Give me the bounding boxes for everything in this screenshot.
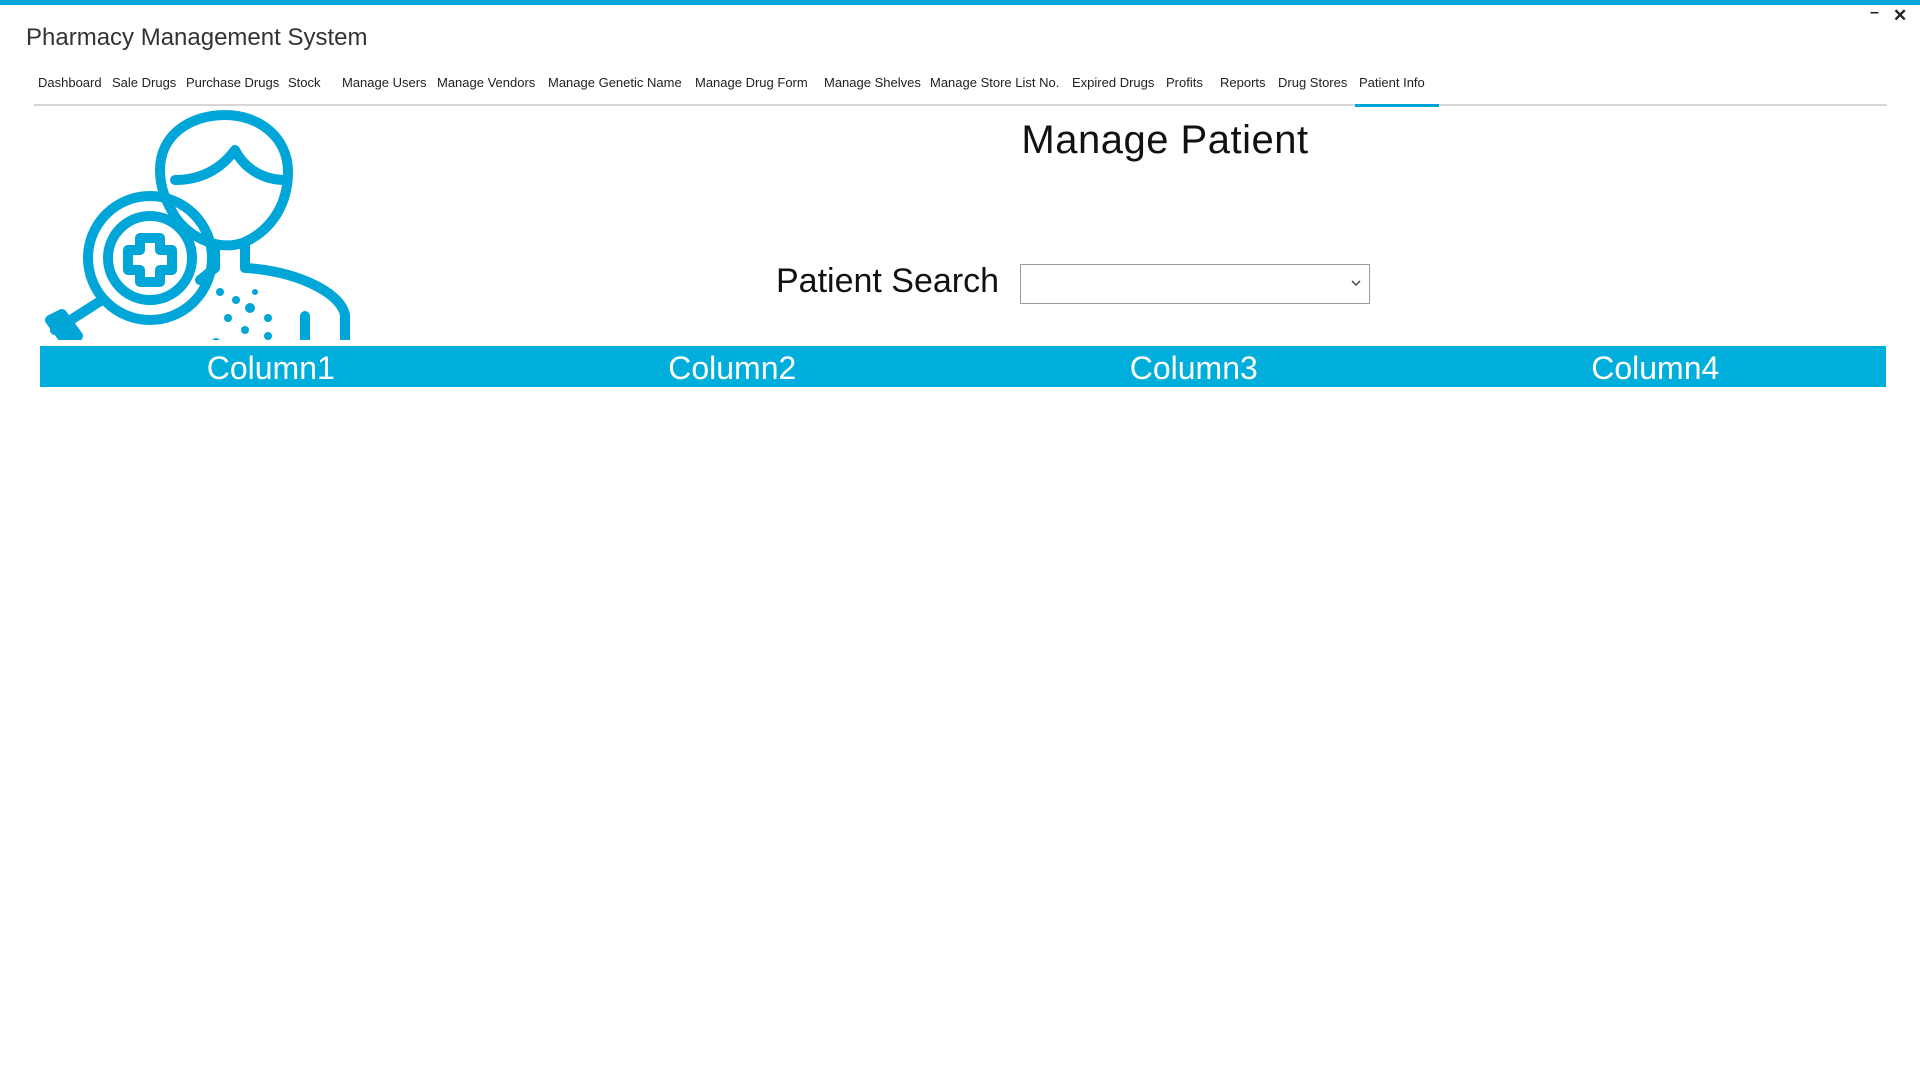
column-header-4[interactable]: Column4 xyxy=(1425,346,1887,387)
patient-search-label: Patient Search xyxy=(776,262,1000,300)
column-header-1[interactable]: Column1 xyxy=(40,346,502,387)
chevron-down-icon[interactable] xyxy=(1349,276,1363,290)
tab-dashboard[interactable]: Dashboard xyxy=(38,74,102,104)
window-top-accent-bar xyxy=(0,0,1920,5)
app-title: Pharmacy Management System xyxy=(26,24,368,51)
patient-table-header: Column1 Column2 Column3 Column4 xyxy=(40,346,1886,387)
tab-purchase-drugs[interactable]: Purchase Drugs xyxy=(186,74,279,104)
tab-stock[interactable]: Stock xyxy=(288,74,321,104)
close-button[interactable]: ✕ xyxy=(1893,6,1907,26)
tab-manage-shelves[interactable]: Manage Shelves xyxy=(824,74,921,104)
tab-expired-drugs[interactable]: Expired Drugs xyxy=(1072,74,1154,104)
page-title: Manage Patient xyxy=(0,118,1920,163)
tab-sale-drugs[interactable]: Sale Drugs xyxy=(112,74,176,104)
main-tab-bar: Dashboard Sale Drugs Purchase Drugs Stoc… xyxy=(34,74,1887,107)
patient-search-combobox[interactable] xyxy=(1020,264,1370,304)
page-title-text: Manage Patient xyxy=(1021,118,1309,162)
tab-patient-info[interactable]: Patient Info xyxy=(1355,74,1439,107)
minimize-button[interactable]: – xyxy=(1870,4,1879,22)
column-header-3[interactable]: Column3 xyxy=(963,346,1425,387)
tab-reports[interactable]: Reports xyxy=(1220,74,1266,104)
column-header-2[interactable]: Column2 xyxy=(502,346,964,387)
tab-manage-users[interactable]: Manage Users xyxy=(342,74,427,104)
tab-manage-drug-form[interactable]: Manage Drug Form xyxy=(695,74,808,104)
tab-drug-stores[interactable]: Drug Stores xyxy=(1278,74,1347,104)
tab-manage-genetic-name[interactable]: Manage Genetic Name xyxy=(548,74,682,104)
tab-manage-vendors[interactable]: Manage Vendors xyxy=(437,74,535,104)
tab-manage-store-list-no[interactable]: Manage Store List No. xyxy=(930,74,1059,104)
tab-profits[interactable]: Profits xyxy=(1166,74,1203,104)
